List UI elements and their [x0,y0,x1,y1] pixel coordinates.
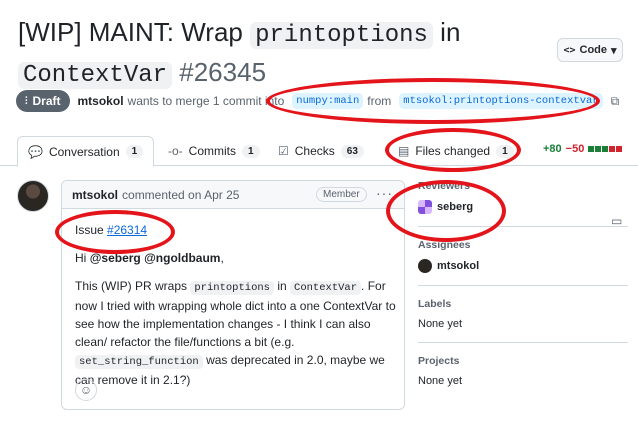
base-branch[interactable]: numpy:main [292,93,364,109]
pr-number: #26345 [179,57,267,87]
code-button-label: Code [579,44,608,56]
tab-commits[interactable]: -o- Commits 1 [158,136,270,166]
reviewers-section: Reviewers seberg ▭ [418,180,628,228]
diffstat-deletions: −50 [565,143,585,155]
merge-text: wants to merge 1 commit into [127,94,285,108]
inline-code: ContextVar [290,281,362,295]
diffstat-bars [588,146,623,152]
copy-icon[interactable]: ⧉ [611,94,620,109]
inline-code: set_string_function [75,355,203,369]
diffstat-bar [616,146,623,152]
tab-label: Checks [294,144,335,158]
kebab-horizontal-icon[interactable]: ··· [376,185,393,201]
tab-count: 1 [496,144,514,158]
pr-title-text-in: in [432,17,461,47]
code-button[interactable]: <> Code ▾ [557,38,623,62]
mention-seberg[interactable]: @seberg [90,251,141,265]
projects-value: None yet [418,375,463,387]
tab-files-changed[interactable]: ▤ Files changed 1 [388,136,524,166]
smiley-icon[interactable]: ☺ [75,379,97,401]
avatar[interactable] [17,180,49,212]
draft-label: Draft [32,94,61,108]
comment-icon: ▭ [611,214,623,228]
git-pull-request-draft-icon: ⫶ [25,95,28,107]
git-commit-icon: -o- [168,144,183,158]
reviewer-item[interactable]: seberg [418,200,628,214]
issue-link[interactable]: #26314 [107,223,147,237]
avatar [418,200,432,214]
sidebar: Reviewers seberg ▭ Assignees mtsokol Lab… [418,180,628,411]
pr-author-link[interactable]: mtsokol [78,94,124,108]
labels-heading[interactable]: Labels [418,298,628,310]
assignees-section: Assignees mtsokol [418,239,628,286]
tab-label: Files changed [415,144,491,158]
issue-line: Issue #26314 [75,221,397,239]
head-branch[interactable]: mtsokol:printoptions-contextvar [399,93,603,109]
projects-heading[interactable]: Projects [418,355,628,367]
body-paragraph: This (WIP) PR wraps printoptions in Cont… [75,277,397,389]
projects-section: Projects None yet [418,355,628,399]
comment-body: Issue #26314 Hi @seberg @ngoldbaum, This… [75,221,397,399]
pr-title-code-contextvar: ContextVar [18,62,173,89]
diffstat-bar [595,146,602,152]
pr-title-code-printoptions: printoptions [250,22,433,49]
comment-box: mtsokol commented on Apr 25 Member ··· I… [61,180,405,410]
body-text: in [277,279,287,293]
diffstat-bar [588,146,595,152]
tab-count: 1 [242,144,260,158]
assignee-name: mtsokol [437,260,480,272]
file-diff-icon: ▤ [398,144,410,158]
chevron-down-icon: ▾ [611,44,617,57]
tab-label: Commits [188,144,237,158]
diffstat-bar [602,146,609,152]
labels-section: Labels None yet [418,298,628,343]
tab-conversation[interactable]: 💬 Conversation 1 [17,136,155,167]
mention-ngoldbaum[interactable]: @ngoldbaum [144,251,220,265]
diffstat-additions: +80 [543,143,562,155]
assignees-heading[interactable]: Assignees [418,239,628,251]
from-text: from [367,94,392,108]
comment-discussion-icon: 💬 [28,144,43,159]
checklist-icon: ☑ [278,144,289,158]
diffstat-bar [609,146,616,152]
avatar [418,259,432,273]
assignee-item[interactable]: mtsokol [418,259,628,273]
member-badge: Member [316,187,367,202]
labels-value: None yet [418,318,463,330]
greeting-comma: , [220,251,224,265]
inline-code: printoptions [190,281,274,295]
tab-label: Conversation [48,144,120,159]
comment-author[interactable]: mtsokol [72,188,118,202]
pr-title-text: [WIP] MAINT: Wrap [18,17,251,47]
greeting-text: Hi [75,251,87,265]
tab-checks[interactable]: ☑ Checks 63 [268,136,374,166]
reviewer-name: seberg [437,201,474,213]
diffstat: +80 −50 [543,143,623,155]
greeting-line: Hi @seberg @ngoldbaum, [75,249,397,267]
comment-meta[interactable]: commented on Apr 25 [122,188,239,202]
pr-meta: ⫶ Draft mtsokol wants to merge 1 commit i… [16,90,619,112]
tab-count: 63 [340,144,364,158]
reviewers-heading[interactable]: Reviewers [418,180,628,192]
code-icon: <> [563,44,576,56]
draft-badge: ⫶ Draft [16,90,70,112]
tab-count: 1 [125,145,144,158]
pr-title: [WIP] MAINT: Wrap printoptions in Contex… [18,14,538,94]
issue-label: Issue [75,223,104,237]
body-text: This (WIP) PR wraps [75,279,188,293]
